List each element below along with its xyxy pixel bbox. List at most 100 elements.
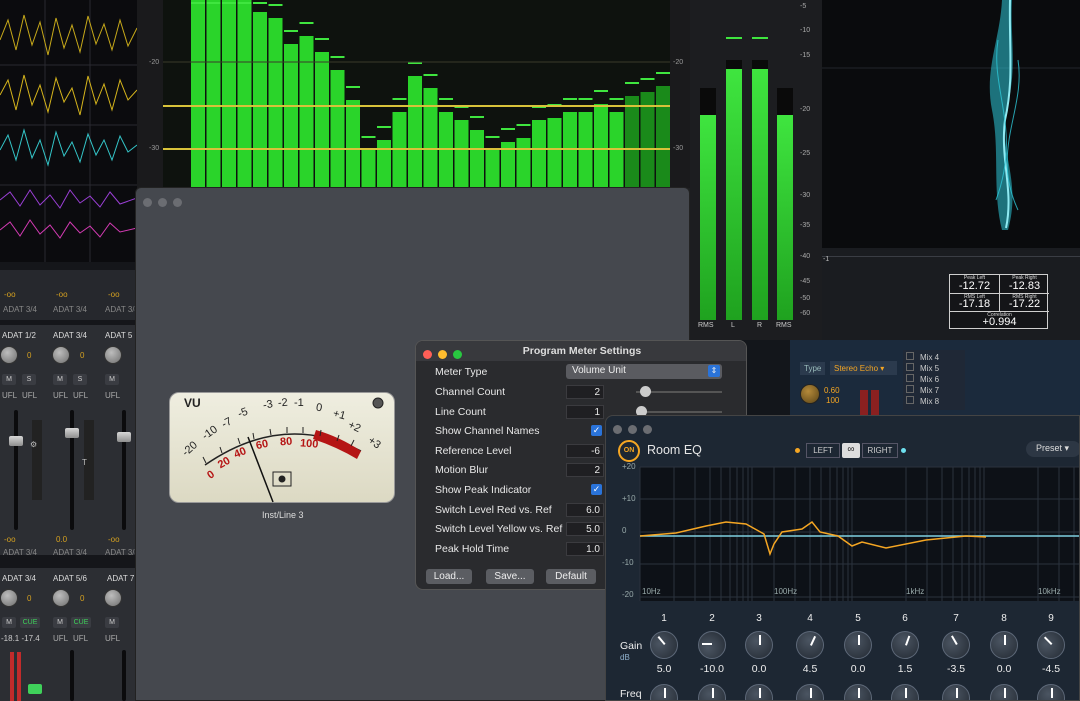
meter-scale-tick: -35: [800, 222, 811, 229]
gain-knob[interactable]: [0, 589, 18, 607]
mix-item[interactable]: Mix 8: [906, 396, 939, 406]
gain-knob[interactable]: [0, 346, 18, 364]
number-field[interactable]: 1: [566, 404, 604, 419]
number-field[interactable]: 2: [566, 385, 604, 399]
number-field[interactable]: 2: [566, 463, 604, 478]
default-button[interactable]: Default: [546, 569, 596, 584]
gain-knob[interactable]: [698, 631, 726, 659]
gain-value: -10.0: [700, 663, 724, 675]
number-field[interactable]: 5.0: [566, 522, 604, 537]
gain-knob[interactable]: [990, 631, 1018, 659]
zoom-icon[interactable]: [173, 198, 182, 207]
delay-knob[interactable]: [800, 384, 820, 404]
gain-knob[interactable]: [936, 625, 976, 665]
row-label: Show Channel Names: [435, 425, 540, 438]
freq-knob[interactable]: [796, 684, 824, 700]
minimize-icon[interactable]: [628, 425, 637, 434]
link-icon[interactable]: ∞: [842, 443, 860, 458]
axis-line: [822, 256, 1080, 257]
checkbox[interactable]: ✓: [591, 425, 602, 437]
spectrum-peak: [640, 78, 655, 80]
gain-knob[interactable]: [745, 631, 773, 659]
fader-handle[interactable]: [65, 428, 79, 438]
close-icon[interactable]: [613, 425, 622, 434]
close-icon[interactable]: [143, 198, 152, 207]
gain-knob[interactable]: [104, 346, 122, 364]
type-dropdown[interactable]: Stereo Echo ▾: [830, 361, 897, 375]
peak-hold: [752, 37, 768, 39]
mute-button[interactable]: M: [53, 617, 67, 628]
solo-button[interactable]: S: [22, 374, 36, 385]
meter-label: RMS: [776, 322, 792, 329]
fader-track[interactable]: [70, 650, 74, 701]
gain-knob[interactable]: [1031, 625, 1071, 665]
gain-knob[interactable]: [844, 631, 872, 659]
level-meter-bar: [17, 652, 21, 701]
right-button[interactable]: RIGHT: [862, 443, 898, 458]
minimize-icon[interactable]: [158, 198, 167, 207]
mute-button[interactable]: M: [2, 617, 16, 628]
gain-knob[interactable]: [104, 589, 122, 607]
talkback-icon[interactable]: T: [82, 458, 87, 467]
zoom-icon[interactable]: [643, 425, 652, 434]
save-button[interactable]: Save...: [486, 569, 534, 584]
freq-knob[interactable]: [942, 684, 970, 700]
band-number: 2: [709, 613, 715, 624]
checkbox[interactable]: ✓: [591, 484, 602, 495]
number-field[interactable]: -6: [566, 443, 604, 458]
mix-item[interactable]: Mix 4: [906, 352, 939, 362]
freq-knob[interactable]: [990, 684, 1018, 700]
freq-knob[interactable]: [891, 684, 919, 700]
mute-button[interactable]: M: [105, 374, 119, 385]
fader-handle[interactable]: [9, 436, 23, 446]
slider-track[interactable]: [636, 410, 722, 413]
row-label: Peak Hold Time: [435, 542, 510, 555]
ufl-label: UFL: [53, 634, 69, 643]
mute-button[interactable]: M: [53, 374, 67, 385]
spectrum-peak: [656, 72, 670, 74]
band-number: 9: [1048, 613, 1054, 624]
eq-on-button[interactable]: ON: [618, 440, 640, 462]
freq-knob[interactable]: [1037, 684, 1065, 700]
spectrum-bar: [547, 118, 562, 188]
meter-scale-tick: -15: [800, 52, 811, 59]
cue-button[interactable]: CUE: [71, 617, 91, 628]
left-button[interactable]: LEFT: [806, 443, 840, 458]
fader-handle[interactable]: [117, 432, 131, 442]
number-field[interactable]: 1.0: [566, 541, 604, 556]
eq-x-tick: 10Hz: [642, 587, 661, 596]
eq-y-tick: 0: [622, 526, 627, 535]
fader-handle[interactable]: [28, 684, 42, 694]
mix-item[interactable]: Mix 5: [906, 363, 939, 373]
gain-knob[interactable]: [791, 626, 829, 664]
gain-knob[interactable]: [52, 346, 70, 364]
mix-item[interactable]: Mix 7: [906, 385, 939, 395]
mute-button[interactable]: M: [2, 374, 16, 385]
mix-item[interactable]: Mix 6: [906, 374, 939, 384]
gain-knob[interactable]: [644, 625, 684, 665]
eq-x-tick: 1kHz: [906, 587, 925, 596]
number-field[interactable]: 6.0: [566, 502, 604, 517]
freq-knob[interactable]: [745, 684, 773, 700]
spectrum-peak: [377, 126, 391, 128]
freq-knob[interactable]: [844, 684, 872, 700]
row-label: Switch Level Red vs. Ref: [435, 503, 552, 516]
freq-knob[interactable]: [698, 684, 726, 700]
preset-dropdown[interactable]: Preset ▾: [1026, 441, 1079, 457]
freq-knob[interactable]: [650, 684, 678, 700]
spectrum-bar: [361, 150, 376, 188]
meter-type-select[interactable]: Volume Unit ⇕: [566, 364, 722, 379]
gain-knob[interactable]: [52, 589, 70, 607]
gain-knob[interactable]: [887, 627, 923, 663]
slider-thumb[interactable]: [640, 386, 651, 397]
wrench-icon[interactable]: ⚙: [30, 440, 37, 449]
solo-button[interactable]: S: [73, 374, 87, 385]
mute-button[interactable]: M: [105, 617, 119, 628]
load-button[interactable]: Load...: [426, 569, 472, 584]
fader-track[interactable]: [122, 410, 126, 530]
meter-label: R: [757, 322, 763, 329]
fader-track[interactable]: [122, 650, 126, 701]
freq-row-label: Freq: [620, 688, 642, 700]
fader-track[interactable]: [14, 410, 18, 530]
cue-button[interactable]: CUE: [20, 617, 40, 628]
